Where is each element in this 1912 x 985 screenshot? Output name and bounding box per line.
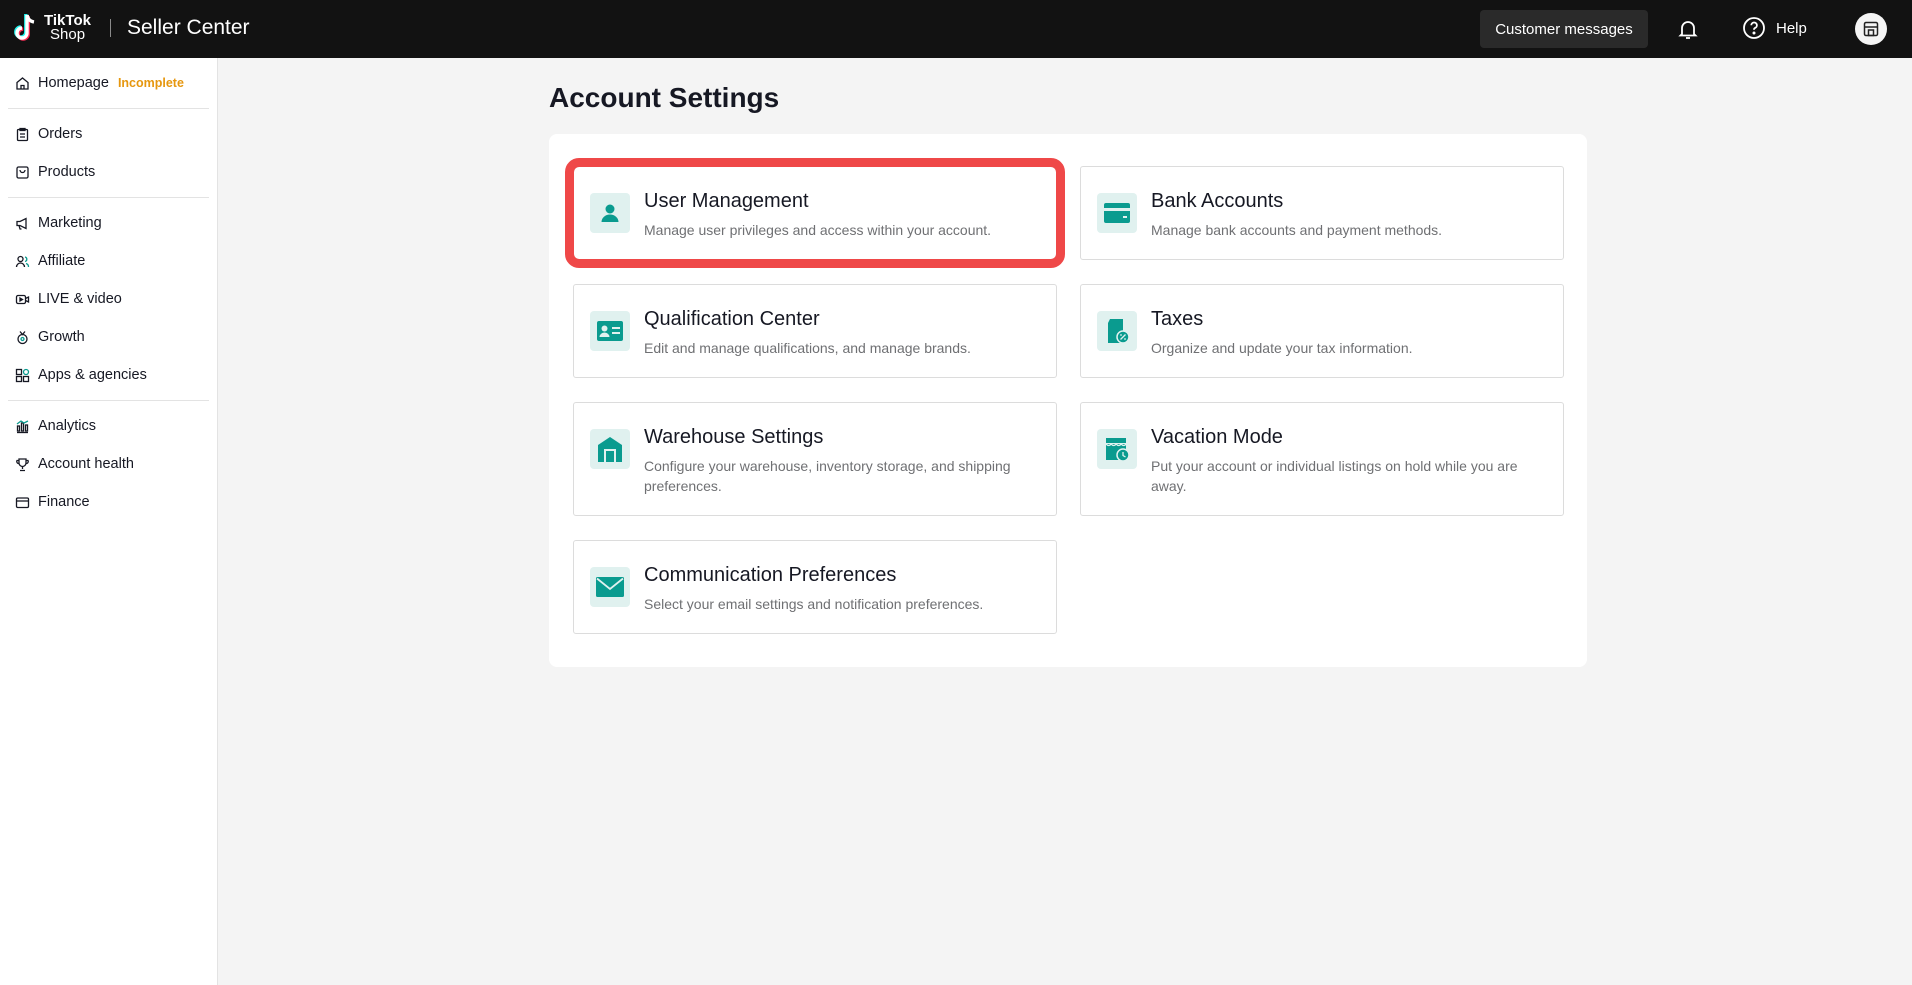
card-description: Manage user privileges and access within… [644,222,992,238]
nav-group-home: Homepage Incomplete [8,58,209,109]
logo-line2: Shop [50,26,86,43]
nav-group-commerce: Orders Products [8,109,209,198]
card-title: Bank Accounts [1151,190,1284,212]
communication-preferences-card[interactable]: Communication Preferences Select your em… [573,540,1057,634]
id-card-icon [590,311,630,351]
warehouse-settings-card[interactable]: Warehouse Settings Configure your wareho… [573,402,1057,516]
apps-grid-icon [15,368,30,383]
card-title: Warehouse Settings [644,426,824,448]
product-name: Seller Center [127,16,250,39]
card-title: Taxes [1151,308,1204,330]
card-description: Organize and update your tax information… [1151,340,1413,356]
sidebar: Homepage Incomplete Orders Products Mark… [0,58,218,985]
medal-icon [15,330,30,345]
help-icon [1743,17,1765,39]
sidebar-item-label: Affiliate [38,253,86,269]
logo-text: TikTok Shop [44,13,91,43]
card-title: Vacation Mode [1151,426,1283,448]
sidebar-item-label: Apps & agencies [38,367,147,383]
logo-divider [110,19,111,37]
card-description: Manage bank accounts and payment methods… [1151,222,1443,238]
status-badge: Incomplete [117,76,184,90]
clipboard-icon [15,127,30,142]
sidebar-item-orders[interactable]: Orders [8,115,209,153]
help-button[interactable]: Help [1742,16,1807,40]
wallet-icon [15,495,30,510]
sidebar-item-apps-agencies[interactable]: Apps & agencies [8,356,209,394]
taxes-card[interactable]: Taxes Organize and update your tax infor… [1080,284,1564,378]
sidebar-item-label: Products [38,164,96,180]
qualification-center-card[interactable]: Qualification Center Edit and manage qua… [573,284,1057,378]
page-title: Account Settings [549,82,780,113]
vacation-mode-card[interactable]: Vacation Mode Put your account or indivi… [1080,402,1564,516]
sidebar-item-label: LIVE & video [38,291,122,307]
nav-group-insights: Analytics Account health Finance [8,401,209,527]
sidebar-item-label: Account health [38,456,134,472]
tiktok-logo-icon [13,12,39,44]
bank-accounts-card[interactable]: Bank Accounts Manage bank accounts and p… [1080,166,1564,260]
sidebar-item-products[interactable]: Products [8,153,209,191]
sidebar-item-label: Marketing [38,215,102,231]
users-icon [15,254,30,269]
tax-document-icon [1097,311,1137,351]
sidebar-item-label: Growth [38,329,85,345]
nav-group-growth: Marketing Affiliate LIVE & video Growth … [8,198,209,401]
card-description: Edit and manage qualifications, and mana… [644,340,971,356]
card-title: User Management [644,190,809,212]
sidebar-item-growth[interactable]: Growth [8,318,209,356]
user-icon [590,193,630,233]
bag-icon [15,165,30,180]
sidebar-item-analytics[interactable]: Analytics [8,407,209,445]
card-description: Configure your warehouse, inventory stor… [644,458,1011,494]
bell-icon[interactable] [1676,17,1700,41]
megaphone-icon [15,216,30,231]
top-bar: TikTok Shop Seller Center Customer messa… [0,0,1912,58]
warehouse-icon [590,429,630,469]
card-title: Communication Preferences [644,564,897,586]
sidebar-item-live-video[interactable]: LIVE & video [8,280,209,318]
envelope-icon [590,567,630,607]
sidebar-item-label: Orders [38,126,83,142]
store-icon [1863,21,1879,37]
trophy-icon [15,457,30,472]
sidebar-item-finance[interactable]: Finance [8,483,209,521]
bar-chart-icon [15,419,30,434]
customer-messages-button[interactable]: Customer messages [1480,10,1648,48]
card-description: Put your account or individual listings … [1151,458,1518,494]
sidebar-item-marketing[interactable]: Marketing [8,204,209,242]
video-icon [15,292,30,307]
sidebar-item-homepage[interactable]: Homepage Incomplete [8,64,209,102]
sidebar-item-account-health[interactable]: Account health [8,445,209,483]
sidebar-item-label: Finance [38,494,90,510]
card-description: Select your email settings and notificat… [644,596,984,612]
sidebar-item-affiliate[interactable]: Affiliate [8,242,209,280]
bank-card-icon [1097,193,1137,233]
vacation-store-icon [1097,429,1137,469]
card-title: Qualification Center [644,308,820,330]
settings-panel: User Management Manage user privileges a… [549,134,1587,667]
sidebar-item-label: Analytics [38,418,97,434]
user-management-card[interactable]: User Management Manage user privileges a… [565,158,1065,268]
sidebar-item-label: Homepage [38,75,109,91]
help-label: Help [1776,19,1807,37]
tiktok-shop-logo[interactable]: TikTok Shop [13,12,91,44]
shop-avatar[interactable] [1855,13,1887,45]
home-icon [15,76,30,91]
